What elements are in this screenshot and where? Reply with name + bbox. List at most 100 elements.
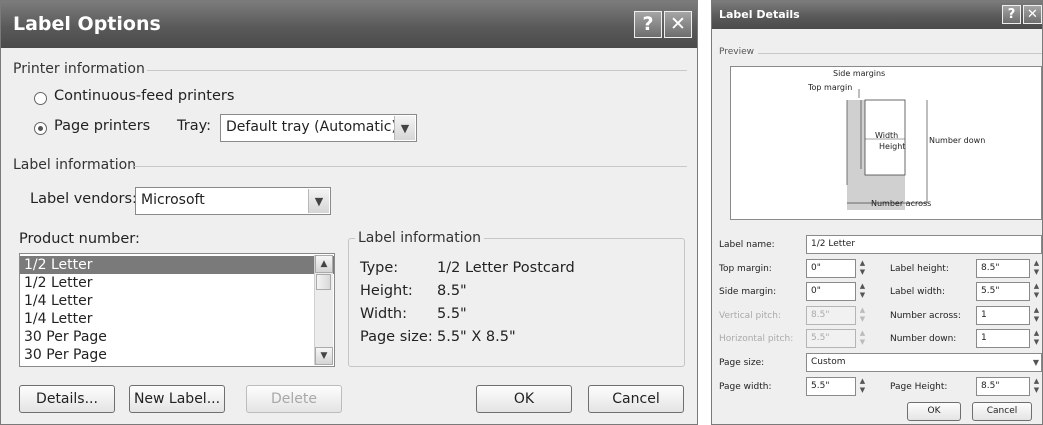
horizontal-pitch-spinner-icon[interactable]: ▲ ▼: [857, 329, 868, 348]
number-down-field[interactable]: 1: [976, 329, 1030, 348]
horizontal-pitch-field[interactable]: 5.5": [806, 329, 856, 348]
list-item[interactable]: 1/2 Letter: [20, 256, 334, 274]
label-information-heading: Label information: [13, 157, 137, 173]
chevron-down-icon[interactable]: ▼: [1033, 358, 1039, 367]
number-across-value: 1: [981, 310, 987, 320]
title-bar: Label Details ? ✕: [712, 1, 1042, 29]
scroll-up-icon[interactable]: ▲: [315, 255, 333, 273]
chevron-down-icon[interactable]: ▼: [394, 116, 415, 140]
height-key: Height:: [360, 283, 413, 299]
label-name-field[interactable]: 1/2 Letter: [806, 235, 1042, 254]
continuous-feed-radio[interactable]: [34, 92, 47, 105]
vertical-pitch-spinner-icon[interactable]: ▲ ▼: [857, 306, 868, 325]
tray-select[interactable]: Default tray (Automatic) ▼: [220, 114, 417, 142]
number-down-value: 1: [981, 333, 987, 343]
number-across-caption: Number across: [871, 199, 932, 208]
top-margin-value: 0": [811, 263, 821, 273]
label-height-label: Label height:: [890, 264, 949, 274]
page-height-field[interactable]: 8.5": [976, 377, 1030, 396]
page-printers-radio[interactable]: [34, 122, 47, 135]
top-margin-field[interactable]: 0": [806, 259, 856, 278]
number-down-caption: Number down: [929, 136, 986, 145]
details-button[interactable]: Details...: [19, 385, 115, 413]
group-divider: [758, 53, 1042, 54]
continuous-feed-label[interactable]: Continuous-feed printers: [54, 88, 234, 104]
product-number-label: Product number:: [19, 231, 140, 247]
cancel-button[interactable]: Cancel: [972, 402, 1032, 421]
vertical-pitch-field[interactable]: 8.5": [806, 306, 856, 325]
dialog-title: Label Options: [13, 13, 161, 35]
number-across-spinner-icon[interactable]: ▲ ▼: [1031, 306, 1042, 325]
label-width-field[interactable]: 5.5": [976, 282, 1030, 301]
ok-button[interactable]: OK: [476, 385, 572, 413]
label-vendors-label: Label vendors:: [30, 191, 137, 207]
close-button[interactable]: ✕: [1023, 5, 1042, 24]
number-across-field[interactable]: 1: [976, 306, 1030, 325]
dialog-title: Label Details: [719, 8, 800, 21]
page-printers-label[interactable]: Page printers: [54, 118, 150, 134]
ok-button[interactable]: OK: [907, 402, 961, 421]
new-label-button[interactable]: New Label...: [129, 385, 225, 413]
top-margin-caption: Top margin: [808, 83, 853, 92]
list-item[interactable]: 1/4 Letter: [20, 310, 334, 328]
side-margin-spinner-icon[interactable]: ▲ ▼: [857, 282, 868, 301]
scroll-thumb[interactable]: [316, 274, 331, 290]
height-value: 8.5": [437, 283, 467, 299]
page-width-label: Page width:: [719, 382, 772, 392]
close-button[interactable]: ✕: [664, 11, 692, 38]
number-down-label: Number down:: [890, 334, 957, 344]
label-height-value: 8.5": [981, 263, 1000, 273]
page-width-spinner-icon[interactable]: ▲ ▼: [857, 377, 868, 396]
label-width-spinner-icon[interactable]: ▲ ▼: [1031, 282, 1042, 301]
scrollbar[interactable]: ▲ ▼: [314, 255, 333, 365]
label-vendors-select[interactable]: Microsoft ▼: [135, 187, 331, 215]
list-item[interactable]: 1/4 Letter: [20, 292, 334, 310]
label-information-frame: [348, 238, 685, 367]
page-size-value: 5.5" X 8.5": [437, 329, 516, 345]
scroll-down-icon[interactable]: ▼: [315, 347, 333, 365]
number-down-spinner-icon[interactable]: ▲ ▼: [1031, 329, 1042, 348]
number-across-label: Number across:: [890, 311, 961, 321]
page-size-label: Page size:: [719, 358, 765, 368]
group-divider: [134, 166, 687, 167]
label-details-dialog: Label Details ? ✕ Preview Side margins T…: [711, 0, 1043, 425]
list-item[interactable]: 30 Per Page: [20, 328, 334, 346]
type-key: Type:: [360, 260, 399, 276]
height-caption: Height: [879, 142, 906, 151]
list-item[interactable]: 1/2 Letter: [20, 274, 334, 292]
side-margins-caption: Side margins: [833, 69, 886, 78]
vertical-pitch-label: Vertical pitch:: [719, 311, 781, 321]
help-button[interactable]: ?: [1002, 5, 1021, 24]
width-caption: Width: [875, 131, 899, 140]
type-value: 1/2 Letter Postcard: [437, 260, 575, 276]
label-height-field[interactable]: 8.5": [976, 259, 1030, 278]
label-options-dialog: Label Options ? ✕ Printer information Co…: [0, 0, 698, 425]
cancel-button[interactable]: Cancel: [588, 385, 684, 413]
delete-button[interactable]: Delete: [246, 385, 342, 413]
page-height-spinner-icon[interactable]: ▲ ▼: [1031, 377, 1042, 396]
label-vendors-value: Microsoft: [141, 192, 205, 208]
page-width-value: 5.5": [811, 381, 830, 391]
page-size-select[interactable]: Custom ▼: [806, 353, 1042, 372]
page-width-field[interactable]: 5.5": [806, 377, 856, 396]
label-height-spinner-icon[interactable]: ▲ ▼: [1031, 259, 1042, 278]
chevron-down-icon[interactable]: ▼: [308, 189, 329, 213]
page-size-key: Page size:: [360, 329, 433, 345]
title-bar: Label Options ? ✕: [1, 1, 697, 48]
list-item[interactable]: 30 Per Page: [20, 346, 334, 364]
label-information-group-title: Label information: [355, 230, 485, 246]
preview-pane: Side margins Top margin Width Height Num…: [730, 66, 1042, 220]
label-width-label: Label width:: [890, 287, 945, 297]
page-size-value: Custom: [811, 357, 846, 367]
label-name-value: 1/2 Letter: [811, 239, 856, 249]
side-margin-label: Side margin:: [719, 287, 777, 297]
side-margin-field[interactable]: 0": [806, 282, 856, 301]
product-number-list[interactable]: 1/2 Letter 1/2 Letter 1/4 Letter 1/4 Let…: [19, 253, 335, 367]
label-width-value: 5.5": [981, 286, 1000, 296]
page-height-label: Page Height:: [890, 382, 948, 392]
group-divider: [147, 70, 687, 71]
help-button[interactable]: ?: [634, 11, 662, 38]
printer-information-heading: Printer information: [13, 61, 145, 77]
top-margin-spinner-icon[interactable]: ▲ ▼: [857, 259, 868, 278]
vertical-pitch-value: 8.5": [811, 310, 830, 320]
